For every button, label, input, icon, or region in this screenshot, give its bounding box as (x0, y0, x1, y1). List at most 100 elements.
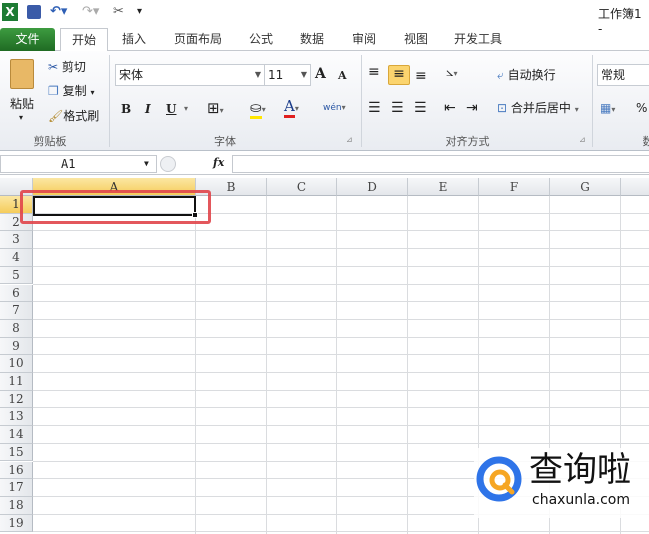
row-header-19[interactable]: 19 (0, 514, 33, 533)
column-header-D[interactable]: D (337, 178, 408, 196)
align-top-button[interactable]: ≡ (368, 63, 380, 83)
format-painter-button[interactable]: 🖌格式刷 (48, 107, 99, 127)
row-header-12[interactable]: 12 (0, 390, 33, 409)
chevron-down-icon: ▼ (300, 70, 307, 79)
divider (361, 55, 362, 147)
font-size-select[interactable]: 11 ▼ (264, 64, 311, 86)
customize-dropdown-icon[interactable]: ▾ (137, 3, 142, 21)
row-header-14[interactable]: 14 (0, 426, 33, 444)
gridline (33, 425, 649, 427)
align-center-button[interactable]: ☰ (391, 99, 404, 119)
align-right-button[interactable]: ☰ (414, 99, 427, 119)
paint-bucket-icon: ⛀ (250, 100, 262, 119)
bold-button[interactable]: B (121, 100, 131, 120)
insert-function-icon[interactable]: fx (213, 156, 224, 169)
fill-color-button[interactable]: ⛀▾ (250, 99, 266, 119)
watermark: 查询啦 chaxunla.com (474, 448, 649, 518)
number-format-select[interactable]: 常规 (597, 64, 649, 86)
row-header-9[interactable]: 9 (0, 337, 33, 356)
formula-input[interactable] (232, 155, 649, 173)
font-name-value: 宋体 (119, 68, 144, 82)
column-header-partial[interactable] (621, 178, 649, 196)
tab-file[interactable]: 文件 (0, 28, 55, 51)
undo-icon[interactable]: ↶▾ (50, 3, 67, 21)
brush-icon: 🖌 (48, 109, 64, 123)
row-header-3[interactable]: 3 (0, 231, 33, 250)
format-painter-label: 格式刷 (63, 109, 100, 123)
row-header-13[interactable]: 13 (0, 408, 33, 427)
gridline (266, 196, 267, 534)
customize-tools-icon[interactable]: ✂ (113, 3, 124, 21)
row-header-7[interactable]: 7 (0, 302, 33, 320)
gridline (33, 283, 649, 285)
tab-view[interactable]: 视图 (394, 28, 438, 51)
accounting-format-button[interactable]: ▦▾ (600, 99, 615, 119)
column-header-E[interactable]: E (408, 178, 479, 196)
copy-button[interactable]: ❐ 复制 ▾ (48, 82, 94, 102)
chevron-down-icon: ▼ (254, 70, 261, 79)
paste-button[interactable]: 粘贴 ▾ (6, 55, 40, 125)
name-box[interactable]: A1 ▼ (0, 155, 157, 173)
row-header-5[interactable]: 5 (0, 266, 33, 285)
copy-label: 复制 (62, 84, 87, 98)
merge-center-button[interactable]: ⊡ 合并后居中 ▾ (497, 99, 579, 119)
phonetic-icon: wén (323, 103, 342, 113)
name-box-value: A1 (61, 157, 76, 171)
borders-button[interactable]: ⊞▾ (207, 99, 224, 119)
phonetic-button[interactable]: wén▾ (323, 99, 346, 119)
underline-button[interactable]: U (166, 100, 176, 120)
column-header-G[interactable]: G (550, 178, 621, 196)
align-middle-button[interactable]: ≡ (388, 65, 410, 85)
currency-icon: ▦ (600, 101, 612, 115)
tab-insert[interactable]: 插入 (112, 28, 156, 51)
wrap-text-button[interactable]: ⤶ 自动换行 (497, 66, 556, 86)
font-color-icon: A (284, 97, 295, 118)
underline-dropdown-icon[interactable]: ▾ (184, 100, 188, 120)
gridline (33, 248, 649, 250)
increase-indent-button[interactable]: ⇥ (466, 99, 478, 119)
tab-formulas[interactable]: 公式 (240, 28, 282, 51)
grow-font-button[interactable]: A (315, 65, 326, 85)
align-left-button[interactable]: ☰ (368, 99, 381, 119)
align-top-icon: ≡ (368, 64, 380, 80)
gridline (336, 196, 337, 534)
shrink-font-button[interactable]: A (338, 67, 347, 87)
decrease-indent-button[interactable]: ⇤ (444, 99, 456, 119)
row-header-15[interactable]: 15 (0, 443, 33, 462)
column-header-C[interactable]: C (267, 178, 337, 196)
cut-button[interactable]: ✂ 剪切 (48, 58, 86, 78)
align-bottom-button[interactable]: ≡ (415, 67, 427, 87)
row-header-11[interactable]: 11 (0, 373, 33, 391)
percent-button[interactable]: % (636, 99, 647, 119)
dialog-launcher-icon[interactable]: ⊿ (346, 135, 353, 144)
tab-home[interactable]: 开始 (60, 28, 108, 52)
gridline (33, 301, 649, 303)
redo-icon[interactable]: ↷▾ (82, 3, 99, 21)
tab-page-layout[interactable]: 页面布局 (165, 28, 231, 51)
font-color-button[interactable]: A▾ (284, 97, 299, 118)
orientation-button[interactable]: ⦣▾ (446, 64, 458, 84)
font-name-select[interactable]: 宋体 ▼ (115, 64, 265, 86)
splitter-handle[interactable] (160, 156, 176, 172)
row-header-10[interactable]: 10 (0, 355, 33, 373)
row-header-6[interactable]: 6 (0, 284, 33, 303)
italic-button[interactable]: I (145, 100, 151, 120)
tab-review[interactable]: 审阅 (342, 28, 386, 51)
tab-developer[interactable]: 开发工具 (446, 28, 510, 51)
excel-logo-icon[interactable]: X (2, 3, 18, 21)
align-bottom-icon: ≡ (415, 68, 427, 84)
row-header-16[interactable]: 16 (0, 461, 33, 480)
gridline (407, 196, 408, 534)
column-header-F[interactable]: F (479, 178, 550, 196)
dialog-launcher-icon[interactable]: ⊿ (579, 135, 586, 144)
row-header-4[interactable]: 4 (0, 249, 33, 267)
row-header-8[interactable]: 8 (0, 319, 33, 338)
gridline (195, 196, 196, 534)
gridline (33, 407, 649, 409)
font-group-label: 字体 (214, 135, 236, 148)
row-header-17[interactable]: 17 (0, 479, 33, 497)
row-header-18[interactable]: 18 (0, 496, 33, 515)
tab-data[interactable]: 数据 (290, 28, 334, 51)
number-format-value: 常规 (601, 68, 626, 82)
save-icon[interactable] (27, 5, 41, 19)
